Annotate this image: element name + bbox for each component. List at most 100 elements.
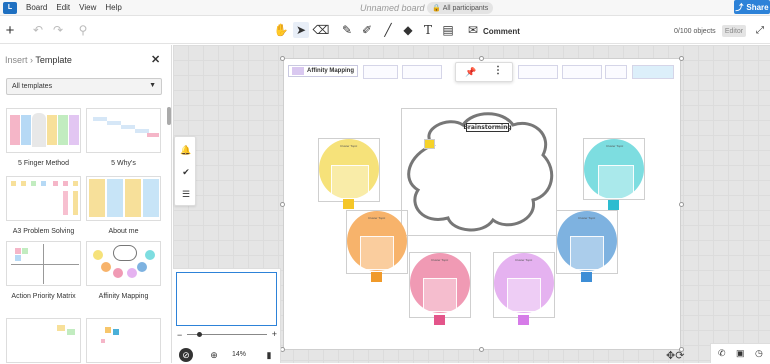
affinity-title: Affinity Mapping bbox=[307, 68, 354, 74]
comment-icon[interactable]: ✉ bbox=[465, 22, 481, 38]
template-label: A3 Problem Solving bbox=[12, 228, 75, 235]
share-icon: ⤴ bbox=[735, 2, 744, 12]
template-thumbnail bbox=[86, 108, 161, 153]
cluster-label: Cluster Topic bbox=[340, 144, 358, 148]
instruction-card[interactable] bbox=[402, 65, 442, 79]
pin-icon[interactable]: 📌 bbox=[465, 67, 476, 78]
line-tool-icon[interactable]: ╱ bbox=[380, 22, 396, 38]
menu-bar: L Board Edit View Help Unnamed board 🔒 A… bbox=[0, 0, 770, 16]
comment-label[interactable]: Comment bbox=[483, 27, 520, 36]
affinity-title-box[interactable]: Affinity Mapping bbox=[288, 65, 358, 77]
resize-handle[interactable] bbox=[679, 56, 684, 61]
toolbar: + ↶ ↷ ⚲ ✋ ➤ ⌫ ✎ ✐ ╱ ◆ T ▤ ✉ Comment 0/10… bbox=[0, 16, 770, 44]
sticky-note[interactable] bbox=[424, 139, 435, 149]
template-thumbnail bbox=[86, 241, 161, 286]
template-affinity-mapping[interactable]: Affinity Mapping bbox=[86, 241, 161, 302]
object-context-bar: 📌 ⋮ bbox=[455, 62, 513, 82]
template-action-priority-matrix[interactable]: Action Priority Matrix bbox=[6, 241, 81, 302]
menu-view[interactable]: View bbox=[79, 3, 96, 12]
board-title[interactable]: Unnamed board bbox=[360, 3, 425, 13]
sticky-note[interactable] bbox=[608, 200, 619, 210]
instruction-card[interactable] bbox=[363, 65, 398, 79]
close-icon[interactable]: ✕ bbox=[151, 53, 160, 66]
template-item[interactable] bbox=[86, 318, 161, 363]
menu-help[interactable]: Help bbox=[105, 3, 121, 12]
fullscreen-icon[interactable]: ⤢ bbox=[752, 22, 768, 38]
fit-to-screen-icon[interactable]: ✥⟳ bbox=[666, 349, 684, 362]
check-circle-icon[interactable]: ✔ bbox=[180, 166, 192, 178]
mouse-icon[interactable]: ▮ bbox=[262, 348, 276, 362]
minimap-viewport[interactable] bbox=[176, 272, 277, 326]
instruction-card[interactable] bbox=[605, 65, 627, 79]
sticky-note[interactable] bbox=[518, 315, 529, 325]
template-sidebar: Insert › Template ✕ All templates ▼ 5 Fi… bbox=[0, 45, 172, 363]
zoom-out-icon[interactable]: − bbox=[177, 330, 182, 340]
sticky-note[interactable] bbox=[343, 199, 354, 209]
instruction-card[interactable] bbox=[518, 65, 558, 79]
breadcrumb-insert[interactable]: Insert bbox=[5, 55, 28, 65]
timer-icon[interactable]: ◷ bbox=[755, 348, 763, 359]
template-label: 5 Finger Method bbox=[18, 160, 69, 167]
sticky-note[interactable] bbox=[434, 315, 445, 325]
side-tools: 🔔 ✔ ☰ bbox=[174, 136, 196, 206]
template-5-finger[interactable]: 5 Finger Method bbox=[6, 108, 81, 169]
brainstorm-title[interactable]: Brainstorming bbox=[463, 123, 512, 132]
sticky-note-icon[interactable]: ▤ bbox=[440, 22, 456, 38]
select-tool-icon[interactable]: ➤ bbox=[293, 22, 309, 38]
cluster-inner bbox=[331, 165, 369, 199]
phone-icon[interactable]: ✆ bbox=[718, 348, 726, 359]
zoom-in-icon[interactable]: + bbox=[272, 329, 277, 339]
bell-icon[interactable]: 🔔 bbox=[180, 144, 192, 156]
zoom-knob[interactable] bbox=[197, 332, 202, 337]
template-5-whys[interactable]: 5 Why's bbox=[86, 108, 161, 169]
participants-badge[interactable]: 🔒 All participants bbox=[427, 2, 494, 14]
undo-icon[interactable]: ↶ bbox=[30, 22, 46, 38]
template-label: Affinity Mapping bbox=[98, 293, 149, 300]
instruction-card[interactable] bbox=[562, 65, 602, 79]
cluster-inner bbox=[507, 278, 541, 312]
breadcrumb: Insert › Template bbox=[5, 55, 72, 65]
pen-icon[interactable]: ✎ bbox=[339, 22, 355, 38]
add-icon[interactable]: + bbox=[2, 22, 18, 39]
resize-handle[interactable] bbox=[280, 56, 285, 61]
cluster-label: Cluster Topic bbox=[606, 144, 624, 148]
eraser-icon[interactable]: ⌫ bbox=[313, 22, 330, 38]
screen-share-icon[interactable]: ▣ bbox=[736, 348, 745, 359]
resize-handle[interactable] bbox=[479, 56, 484, 61]
template-a3-problem-solving[interactable]: A3 Problem Solving bbox=[6, 176, 81, 237]
app-logo-icon[interactable]: L bbox=[3, 1, 17, 14]
resize-handle[interactable] bbox=[479, 347, 484, 352]
template-thumbnail bbox=[6, 108, 81, 153]
marker-icon[interactable]: ✐ bbox=[359, 22, 375, 38]
sticky-note[interactable] bbox=[581, 272, 592, 282]
format-painter-icon[interactable]: ⚲ bbox=[75, 22, 91, 38]
role-badge: Editor bbox=[722, 25, 746, 37]
zoom-magnifier-icon[interactable]: ⊕ bbox=[207, 348, 221, 362]
resize-handle[interactable] bbox=[280, 202, 285, 207]
template-thumbnail bbox=[86, 176, 161, 221]
cluster-inner bbox=[360, 236, 394, 270]
template-thumbnail bbox=[86, 318, 161, 363]
cluster-label: Cluster Topic bbox=[578, 216, 596, 220]
template-filter-select[interactable]: All templates ▼ bbox=[6, 78, 162, 95]
zoom-slider[interactable]: − + bbox=[177, 329, 277, 340]
list-icon[interactable]: ☰ bbox=[180, 188, 192, 200]
minimap-controls: ⊘ ⊕ 14% ▮ bbox=[173, 345, 281, 364]
menu-edit[interactable]: Edit bbox=[56, 3, 70, 12]
template-item[interactable] bbox=[6, 318, 81, 363]
more-options-icon[interactable]: ⋮ bbox=[493, 65, 503, 76]
sidebar-scrollbar[interactable] bbox=[167, 107, 171, 125]
template-about-me[interactable]: About me bbox=[86, 176, 161, 237]
chevron-down-icon: ▼ bbox=[149, 82, 156, 89]
share-button[interactable]: ⤴ Share bbox=[734, 0, 770, 14]
hand-tool-icon[interactable]: ✋ bbox=[273, 22, 289, 38]
redo-icon[interactable]: ↷ bbox=[50, 22, 66, 38]
sticky-note[interactable] bbox=[371, 272, 382, 282]
shapes-icon[interactable]: ◆ bbox=[400, 22, 416, 38]
text-tool-icon[interactable]: T bbox=[420, 22, 436, 38]
compass-icon[interactable]: ⊘ bbox=[179, 348, 193, 362]
resize-handle[interactable] bbox=[679, 202, 684, 207]
menu-board[interactable]: Board bbox=[26, 3, 47, 12]
instruction-card[interactable] bbox=[632, 65, 674, 79]
zoom-level: 14% bbox=[232, 351, 247, 358]
